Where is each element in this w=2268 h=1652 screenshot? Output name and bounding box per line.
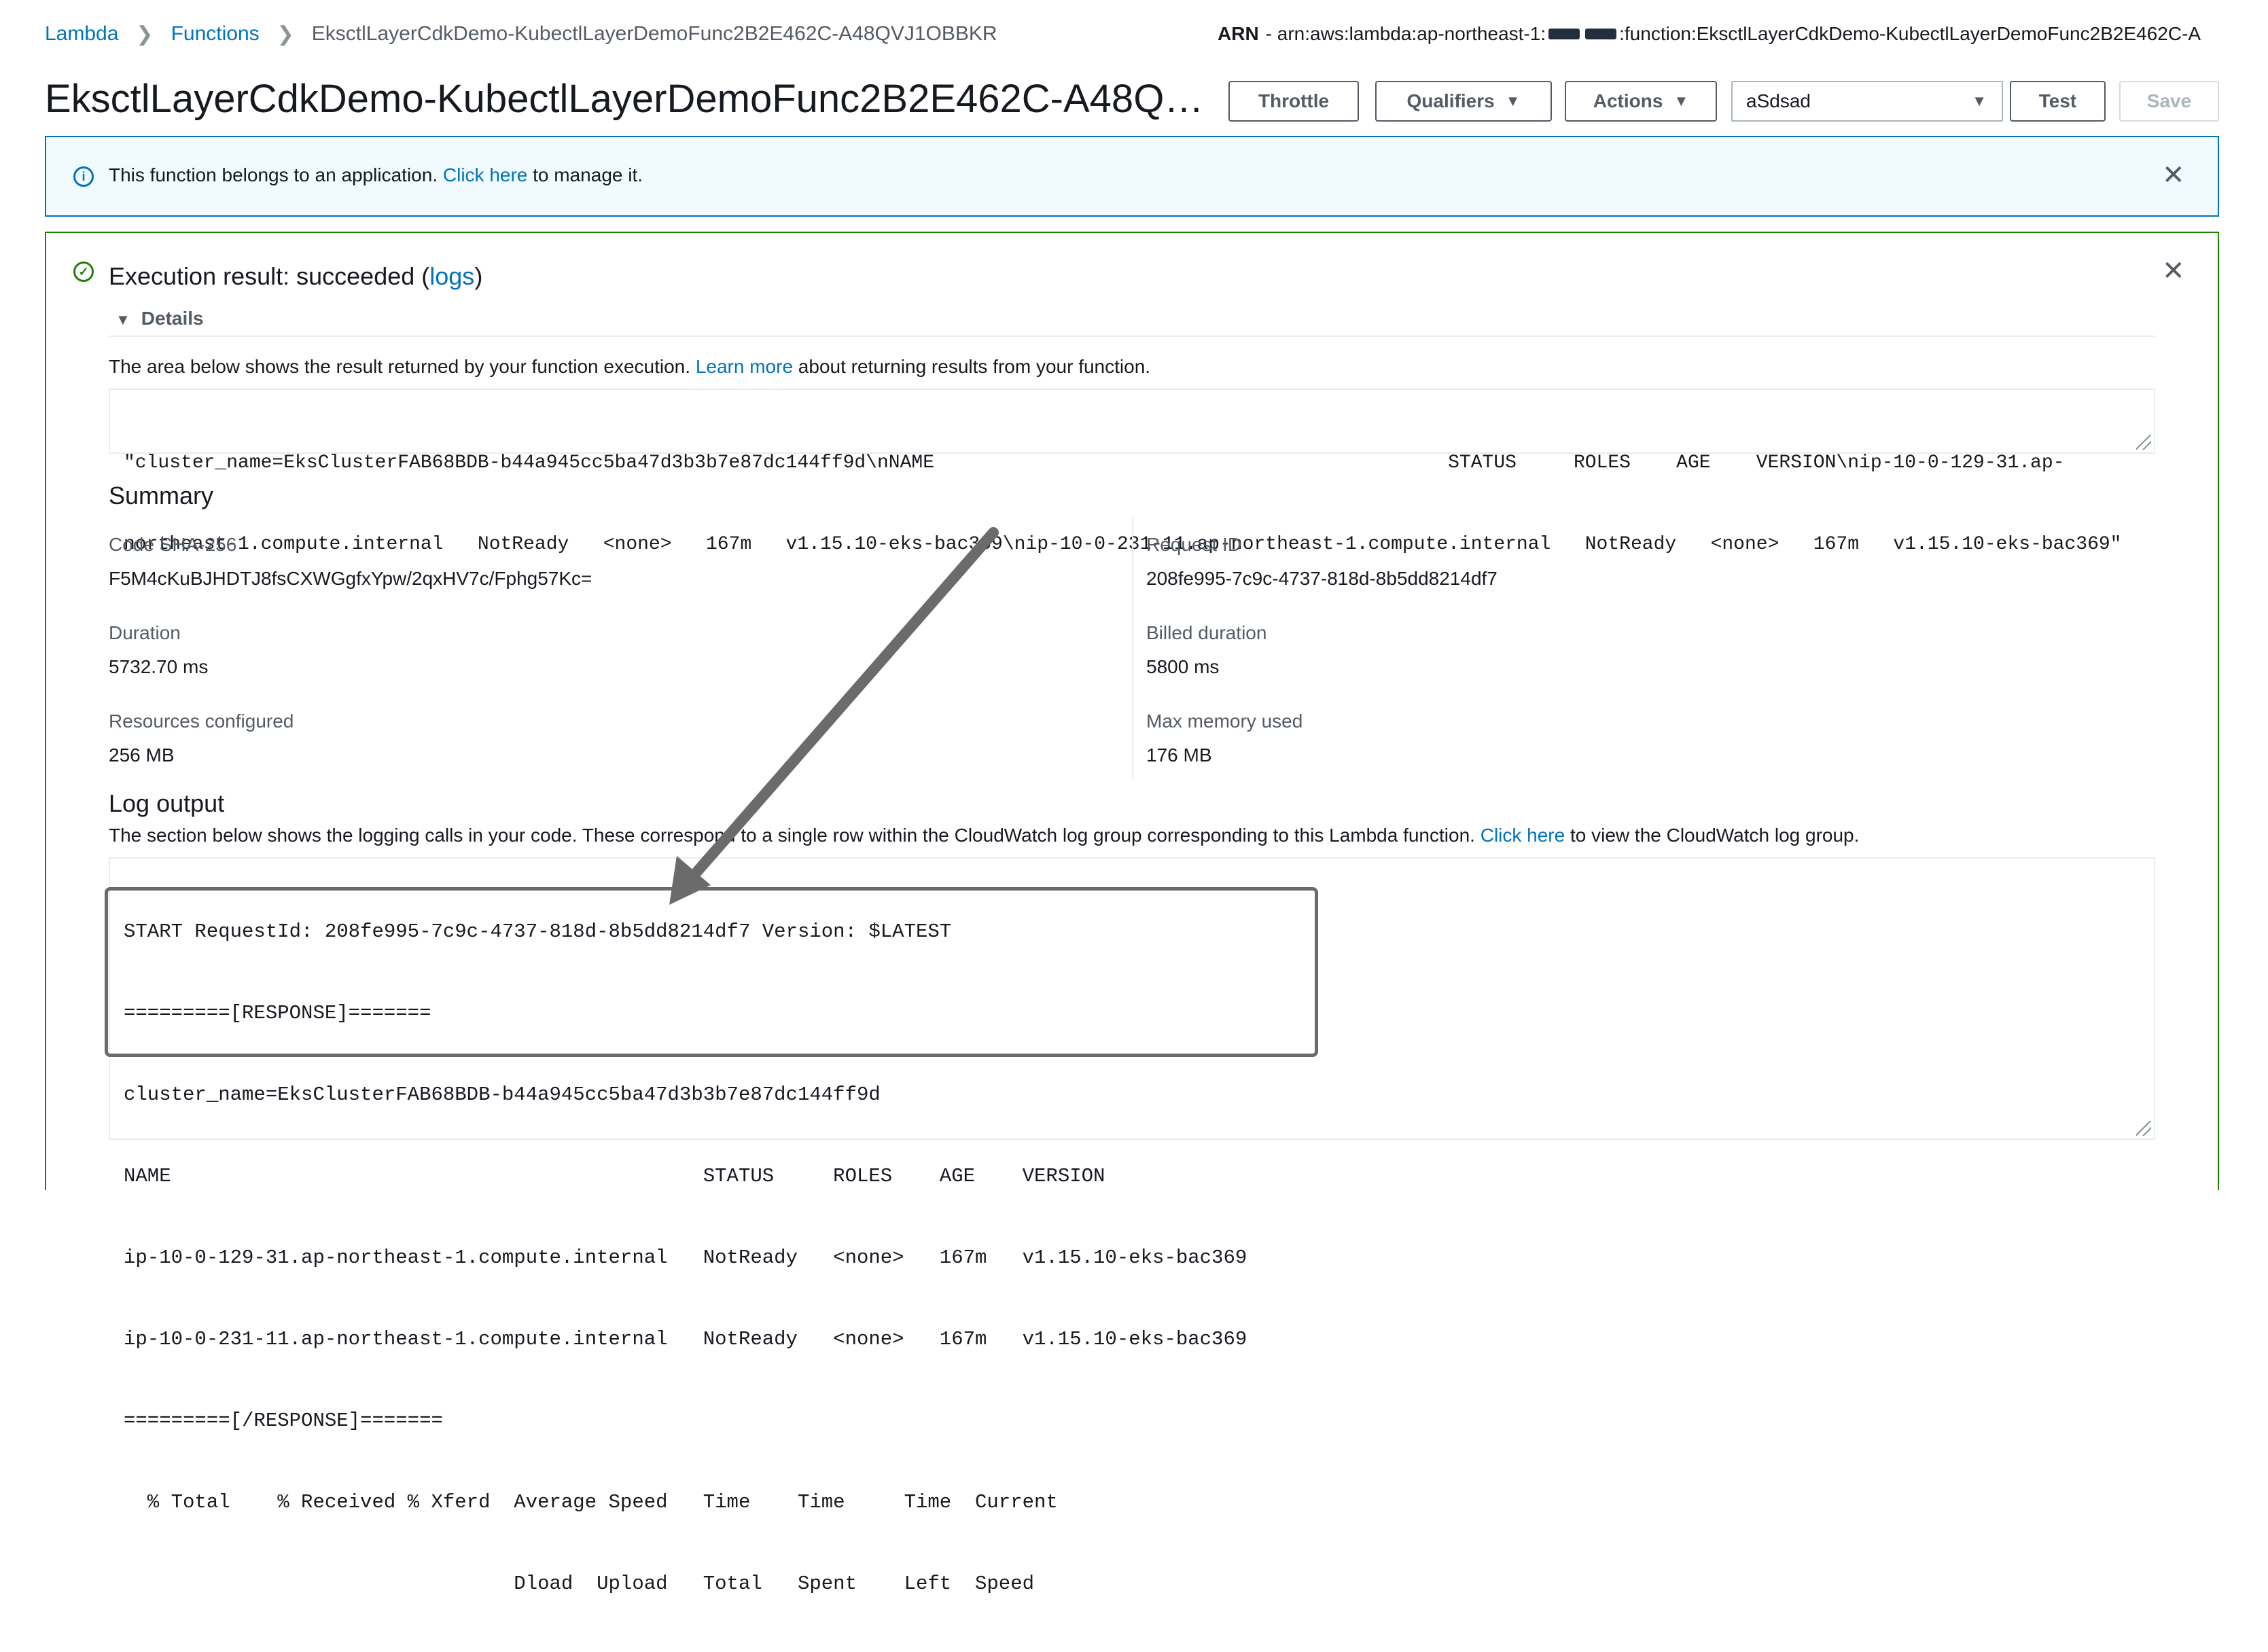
test-event-value: aSdsad <box>1746 90 1811 111</box>
info-icon: i <box>73 166 94 187</box>
breadcrumb: Lambda ❯ Functions ❯ EksctlLayerCdkDemo-… <box>45 20 997 48</box>
details-toggle[interactable]: ▼ Details <box>116 308 204 329</box>
close-icon[interactable]: ✕ <box>2162 162 2185 189</box>
info-banner-text: This function belongs to an application.… <box>109 164 643 186</box>
breadcrumb-current: EksctlLayerCdkDemo-KubectlLayerDemoFunc2… <box>311 22 997 45</box>
billed-duration-label: Billed duration <box>1146 622 1267 643</box>
code-sha-value: F5M4cKuBJHDTJ8fsCXWGgfxYpw/2qxHV7c/Fphg5… <box>109 568 592 589</box>
resources-configured-label: Resources configured <box>109 711 294 732</box>
response-highlight-box <box>105 887 1318 1057</box>
redacted-account-id <box>1548 29 1580 39</box>
function-result-output[interactable]: "cluster_name=EksClusterFAB68BDB-b44a945… <box>109 389 2155 555</box>
log-line: =========[/RESPONSE]======= <box>124 1409 443 1432</box>
breadcrumb-lambda-link[interactable]: Lambda <box>45 22 118 46</box>
log-line: cluster_name=EksClusterFAB68BDB-b44a945c… <box>124 1083 881 1106</box>
info-text-before: This function belongs to an application. <box>109 164 438 185</box>
actions-button[interactable]: Actions ▼ <box>1565 81 1717 122</box>
request-id-value: 208fe995-7c9c-4737-818d-8b5dd8214df7 <box>1146 568 1498 589</box>
result-title-suffix: ) <box>474 262 483 290</box>
caret-down-icon: ▼ <box>1972 92 1987 109</box>
redacted-account-id <box>1585 29 1617 39</box>
resize-handle-icon[interactable] <box>2136 1121 2151 1136</box>
max-memory-label: Max memory used <box>1146 711 1303 732</box>
duration-label: Duration <box>109 622 181 643</box>
result-intro: The area below shows the result returned… <box>109 356 1150 378</box>
logs-link[interactable]: logs <box>429 262 474 290</box>
breadcrumb-functions-link[interactable]: Functions <box>171 22 260 46</box>
max-memory-value: 176 MB <box>1146 744 1212 766</box>
success-check-icon: ✓ <box>73 262 94 282</box>
execution-result-title: Execution result: succeeded (logs) <box>109 262 482 291</box>
save-label: Save <box>2146 90 2192 111</box>
result-output-line: northeast-1.compute.internal NotReady <n… <box>124 534 2122 555</box>
info-text-after: to manage it. <box>533 164 643 185</box>
divider <box>109 336 2155 337</box>
throttle-label: Throttle <box>1258 90 1330 111</box>
learn-more-link[interactable]: Learn more <box>696 356 793 377</box>
function-arn: ARN - arn:aws:lambda:ap-northeast-1: :fu… <box>1218 20 2201 48</box>
log-intro-before: The section below shows the logging call… <box>109 825 1475 846</box>
log-output-intro: The section below shows the logging call… <box>109 825 1859 846</box>
qualifiers-label: Qualifiers <box>1406 90 1495 111</box>
log-line: ip-10-0-231-11.ap-northeast-1.compute.in… <box>124 1328 1247 1350</box>
arn-label: ARN <box>1218 23 1259 44</box>
chevron-right-icon: ❯ <box>136 22 154 46</box>
summary-column-divider <box>1132 516 1133 780</box>
page-title: EksctlLayerCdkDemo-KubectlLayerDemoFunc2… <box>45 77 1224 121</box>
result-intro-after: about returning results from your functi… <box>798 356 1151 377</box>
log-intro-after: to view the CloudWatch log group. <box>1570 825 1860 846</box>
result-output-line: "cluster_name=EksClusterFAB68BDB-b44a945… <box>124 452 2065 473</box>
save-button[interactable]: Save <box>2119 81 2219 122</box>
arn-prefix: - arn:aws:lambda:ap-northeast-1: <box>1265 23 1546 44</box>
close-icon[interactable]: ✕ <box>2162 257 2185 285</box>
test-button[interactable]: Test <box>2010 81 2106 122</box>
duration-value: 5732.70 ms <box>109 656 209 677</box>
code-sha-label: Code SHA-256 <box>109 534 237 555</box>
log-line: % Total % Received % Xferd Average Speed… <box>124 1491 1058 1513</box>
caret-down-icon: ▼ <box>116 311 130 328</box>
manage-application-link[interactable]: Click here <box>443 164 527 185</box>
resources-configured-value: 256 MB <box>109 744 175 766</box>
log-line: ip-10-0-129-31.ap-northeast-1.compute.in… <box>124 1246 1247 1269</box>
billed-duration-value: 5800 ms <box>1146 656 1220 677</box>
actions-label: Actions <box>1593 90 1663 111</box>
chevron-right-icon: ❯ <box>277 22 294 46</box>
test-label: Test <box>2038 90 2077 111</box>
test-event-select[interactable]: aSdsad ▼ <box>1731 81 2003 122</box>
caret-down-icon: ▼ <box>1505 92 1521 109</box>
arn-suffix: :function:EksctlLayerCdkDemo-KubectlLaye… <box>1619 23 2201 44</box>
log-line: NAME STATUS ROLES AGE VERSION <box>124 1165 1105 1187</box>
result-intro-before: The area below shows the result returned… <box>109 356 691 377</box>
info-banner: i This function belongs to an applicatio… <box>45 136 2219 217</box>
cloudwatch-link[interactable]: Click here <box>1481 825 1565 846</box>
summary-heading: Summary <box>109 482 214 509</box>
caret-down-icon: ▼ <box>1673 92 1689 109</box>
throttle-button[interactable]: Throttle <box>1228 81 1359 122</box>
log-line: Dload Upload Total Spent Left Speed <box>124 1573 1035 1595</box>
details-label: Details <box>141 308 204 329</box>
qualifiers-button[interactable]: Qualifiers ▼ <box>1375 81 1552 122</box>
request-id-label: Request ID <box>1146 534 1242 555</box>
log-output-heading: Log output <box>109 789 225 817</box>
resize-handle-icon[interactable] <box>2136 435 2151 450</box>
result-title-prefix: Execution result: succeeded ( <box>109 262 430 290</box>
